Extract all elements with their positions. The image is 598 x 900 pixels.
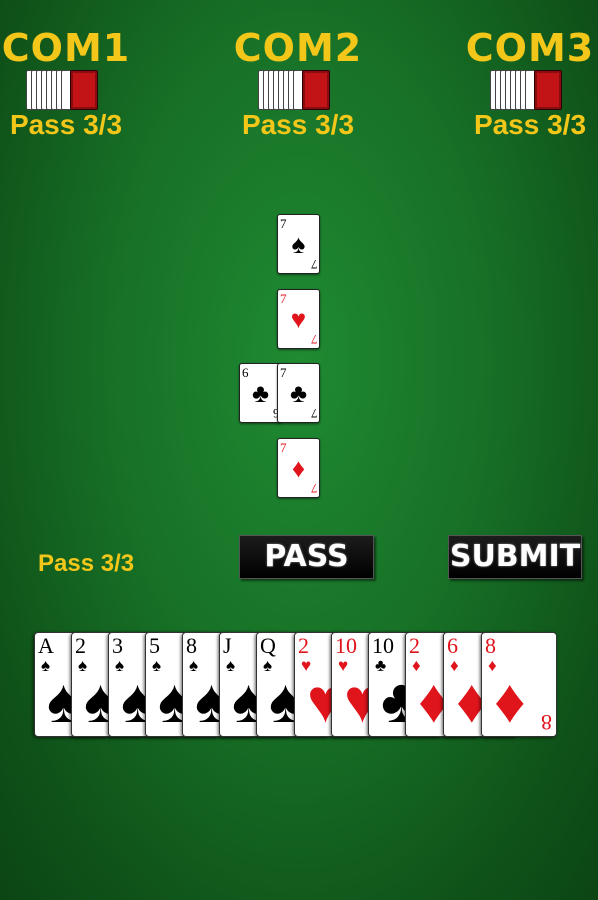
opponent-status: Pass 3/3: [9, 109, 123, 140]
pass-button[interactable]: PASS: [239, 535, 374, 579]
opponent-hand-icon: [490, 70, 570, 112]
table-card-7-clubs: 7 ♣ 7: [277, 363, 320, 423]
opponent-status: Pass 3/3: [473, 109, 587, 140]
hand-card[interactable]: 8 ♦ ♦ 8: [481, 632, 557, 737]
opponent-hand-icon: [26, 70, 106, 112]
opponent-hand-icon: [258, 70, 338, 112]
opponent-name: COM2: [233, 26, 363, 70]
opponent-name: COM1: [1, 26, 131, 70]
club-icon: ♣: [289, 378, 308, 408]
heart-icon: ♥: [290, 304, 307, 334]
table-card-7-hearts: 7 ♥ 7: [277, 289, 320, 349]
opponent-name: COM3: [465, 26, 595, 70]
opponent-com3: COM3 Pass 3/3: [460, 28, 598, 140]
submit-button[interactable]: SUBMIT: [448, 535, 582, 579]
diamond-icon: ♦: [291, 453, 306, 483]
table-card-6-clubs: 6 ♣ 6: [239, 363, 282, 423]
opponent-status: Pass 3/3: [241, 109, 355, 140]
opponent-com2: COM2 Pass 3/3: [228, 28, 368, 140]
table-card-7-spades: 7 ♠ 7: [277, 214, 320, 274]
club-icon: ♣: [251, 378, 270, 408]
player-status: Pass 3/3: [38, 550, 135, 577]
opponent-com1: COM1 Pass 3/3: [0, 28, 136, 140]
table-card-7-diamonds: 7 ♦ 7: [277, 438, 320, 498]
spade-icon: ♠: [291, 229, 306, 259]
diamond-icon: ♦: [494, 667, 526, 736]
